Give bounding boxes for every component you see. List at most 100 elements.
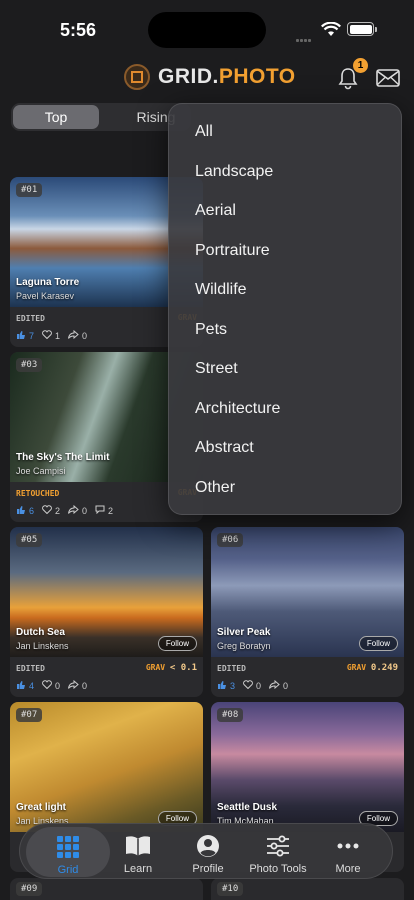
- app-logo[interactable]: GRID. PHOTO: [124, 64, 296, 90]
- tab-profile-label: Profile: [192, 863, 224, 875]
- like-count[interactable]: 4: [16, 680, 34, 692]
- photo-title: Dutch Sea: [16, 627, 65, 638]
- menu-item-wildlife[interactable]: Wildlife: [195, 281, 247, 299]
- share-count[interactable]: 0: [68, 329, 87, 341]
- share-count[interactable]: 0: [269, 679, 289, 691]
- dynamic-island: [148, 12, 266, 48]
- status-time: 5:56: [60, 20, 97, 40]
- wifi-icon: [321, 22, 341, 36]
- grav-label: GRAV: [346, 663, 367, 672]
- photo-thumbnail[interactable]: #06 Silver Peak Greg Boratyn Follow: [211, 527, 404, 657]
- edit-status: EDITED: [16, 664, 45, 673]
- photo-card[interactable]: #06 Silver Peak Greg Boratyn Follow EDITED GR…: [211, 527, 404, 697]
- rank-badge: #01: [16, 183, 43, 197]
- mail-icon[interactable]: [376, 69, 400, 87]
- like-count[interactable]: 7: [16, 330, 34, 342]
- share-icon: [68, 504, 82, 516]
- grid-icon: [57, 836, 79, 858]
- category-dropdown-menu: All Landscape Aerial Portraiture Wildlif…: [168, 103, 402, 515]
- heart-count[interactable]: 0: [243, 680, 261, 691]
- share-count-value: 0: [82, 680, 88, 691]
- tab-more[interactable]: More: [312, 824, 384, 880]
- heart-count-value: 1: [55, 330, 61, 341]
- card-meta: EDITED GRAV < 0.1: [10, 657, 203, 677]
- grav-score: GRAV 0.249: [347, 663, 398, 673]
- heart-count-value: 2: [55, 505, 61, 516]
- menu-item-pets[interactable]: Pets: [195, 321, 227, 339]
- tab-profile[interactable]: Profile: [172, 824, 244, 880]
- photo-card[interactable]: #09: [10, 878, 203, 900]
- photo-card[interactable]: #05 Dutch Sea Jan Linskens Follow EDITED GRAV…: [10, 527, 203, 697]
- thumbs-up-icon: [16, 330, 29, 342]
- tab-photo-tools-label: Photo Tools: [249, 863, 307, 875]
- photo-title: Laguna Torre: [16, 277, 80, 288]
- like-count[interactable]: 6: [16, 505, 34, 517]
- menu-item-architecture[interactable]: Architecture: [195, 400, 280, 418]
- heart-icon: [42, 330, 55, 341]
- rank-badge: #09: [16, 882, 43, 896]
- like-count-value: 3: [230, 681, 236, 691]
- menu-item-other[interactable]: Other: [195, 479, 235, 497]
- ellipsis-icon: [337, 843, 359, 849]
- share-count[interactable]: 0: [68, 504, 87, 516]
- menu-item-street[interactable]: Street: [195, 360, 238, 378]
- tab-photo-tools[interactable]: Photo Tools: [240, 824, 316, 880]
- tab-learn[interactable]: Learn: [102, 824, 174, 880]
- person-icon: [197, 835, 219, 857]
- edit-status: EDITED: [16, 314, 45, 323]
- segment-top[interactable]: Top: [13, 105, 99, 129]
- photo-thumbnail[interactable]: #05 Dutch Sea Jan Linskens Follow: [10, 527, 203, 657]
- tab-learn-label: Learn: [123, 863, 153, 875]
- photo-thumbnail[interactable]: #07 Great light Jan Linskens Follow: [10, 702, 203, 832]
- menu-item-landscape[interactable]: Landscape: [195, 163, 273, 181]
- share-count-value: 0: [283, 680, 289, 691]
- book-icon: [126, 836, 150, 856]
- rank-badge: #10: [217, 882, 244, 896]
- menu-item-all[interactable]: All: [195, 123, 213, 141]
- heart-count-value: 0: [55, 680, 61, 691]
- photo-author[interactable]: Pavel Karasev: [16, 291, 74, 301]
- rank-badge: #06: [217, 533, 244, 547]
- photo-author[interactable]: Joe Campisi: [16, 466, 66, 476]
- card-meta: EDITED GRAV 0.249: [211, 657, 404, 677]
- like-count-value: 4: [29, 681, 35, 691]
- rank-badge: #07: [16, 708, 43, 722]
- follow-button[interactable]: Follow: [358, 636, 398, 651]
- menu-item-portraiture[interactable]: Portraiture: [195, 242, 270, 260]
- edit-status: RETOUCHED: [16, 489, 60, 498]
- heart-count[interactable]: 1: [42, 330, 60, 341]
- rank-badge: #05: [16, 533, 43, 547]
- logo-text-photo: PHOTO: [218, 65, 296, 88]
- share-icon: [269, 679, 283, 691]
- photo-thumbnail[interactable]: #08 Seattle Dusk Tim McMahan Follow: [211, 702, 404, 832]
- menu-item-aerial[interactable]: Aerial: [195, 202, 236, 220]
- bottom-tab-bar: Grid Learn Profile Photo Tools More: [19, 823, 393, 879]
- grav-value: 0.249: [370, 663, 398, 673]
- heart-count[interactable]: 0: [42, 680, 60, 691]
- photo-title: The Sky's The Limit: [16, 452, 110, 463]
- share-icon: [68, 329, 82, 341]
- sort-segmented-control: Top Rising: [11, 103, 191, 131]
- comment-icon: [95, 505, 108, 516]
- share-count[interactable]: 0: [68, 679, 88, 691]
- heart-count[interactable]: 2: [42, 505, 60, 516]
- like-count-value: 6: [29, 506, 35, 516]
- sliders-icon: [267, 835, 289, 857]
- grav-value: < 0.1: [169, 663, 197, 673]
- thumbs-up-icon: [16, 680, 29, 692]
- photo-author[interactable]: Greg Boratyn: [217, 641, 271, 651]
- card-stats: 3 0 0: [211, 677, 404, 697]
- menu-item-abstract[interactable]: Abstract: [195, 439, 254, 457]
- notification-badge: 1: [353, 58, 368, 73]
- grav-label: GRAV: [145, 663, 166, 672]
- tab-grid[interactable]: Grid: [26, 827, 110, 877]
- like-count-value: 7: [29, 331, 35, 341]
- thumbs-up-icon: [16, 505, 29, 517]
- follow-button[interactable]: Follow: [157, 636, 197, 651]
- photo-title: Great light: [16, 802, 67, 813]
- photo-card[interactable]: #10: [211, 878, 404, 900]
- battery-icon: [347, 22, 377, 36]
- photo-author[interactable]: Jan Linskens: [16, 641, 69, 651]
- like-count[interactable]: 3: [217, 680, 235, 692]
- comment-count[interactable]: 2: [95, 505, 113, 516]
